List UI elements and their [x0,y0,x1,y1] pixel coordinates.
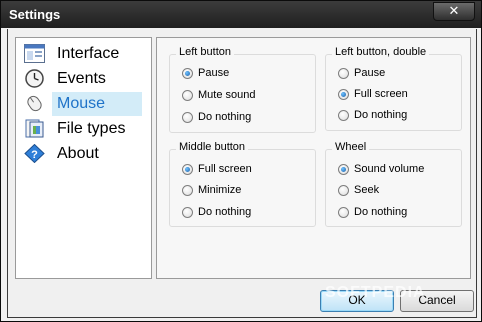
watermark: SOFTPEDIA [325,284,426,301]
group-left-button: Left button Pause Mute sound Do nothing [169,46,316,133]
settings-window: Settings ✕ Interface Events Mouse File t… [0,0,482,322]
option-label: Do nothing [198,111,252,123]
radio-indicator [338,185,349,196]
group-middle-button: Middle button Full screen Minimize Do no… [169,141,316,227]
radio-indicator [182,207,193,218]
radio-indicator [182,90,193,101]
file-types-icon [25,119,44,138]
option-label: Do nothing [198,206,252,218]
option-label: Full screen [198,163,252,175]
mouse-icon [27,95,42,112]
option-label: Mute sound [198,89,256,101]
dialog-client: Interface Events Mouse File types ? Abou… [7,29,477,318]
mouse-settings-panel: Left button Pause Mute sound Do nothing … [156,37,471,279]
sidebar-item-mouse[interactable]: Mouse [22,92,147,116]
interface-icon [24,44,45,63]
radio-indicator [338,207,349,218]
group-title: Wheel [332,141,370,153]
group-left-button-double: Left button, double Pause Full screen Do… [325,46,462,131]
option-label: Pause [198,67,230,79]
group-title: Left button [176,46,234,58]
radio-indicator [182,185,193,196]
title-bar[interactable]: Settings ✕ [1,1,481,28]
close-button[interactable]: ✕ [433,2,475,21]
option-label: Pause [354,67,386,79]
clock-icon [25,69,44,88]
about-icon: ? [24,144,45,163]
sidebar-item-label: File types [57,120,126,137]
option-label: Full screen [354,88,408,100]
radio-indicator [182,68,193,79]
option-label: Do nothing [354,206,408,218]
sidebar-item-file-types[interactable]: File types [22,117,147,141]
sidebar-item-about[interactable]: ? About [22,142,147,166]
option-label: Minimize [198,184,242,196]
group-title: Left button, double [332,46,430,58]
category-list: Interface Events Mouse File types ? Abou… [15,37,152,279]
svg-text:?: ? [31,149,38,161]
group-wheel: Wheel Sound volume Seek Do nothing [325,141,462,227]
sidebar-item-events[interactable]: Events [22,67,147,91]
radio-indicator [182,164,193,175]
close-icon: ✕ [448,3,460,18]
radio-indicator [338,110,349,121]
sidebar-item-label: Mouse [57,95,106,112]
sidebar-item-label: Events [57,70,106,87]
group-title: Middle button [176,141,249,153]
window-title: Settings [9,7,61,22]
sidebar-item-interface[interactable]: Interface [22,42,147,66]
radio-indicator [338,164,349,175]
radio-indicator [338,89,349,100]
option-label: Seek [354,184,380,196]
sidebar-item-label: About [57,145,99,162]
option-label: Do nothing [354,109,408,121]
radio-indicator [182,112,193,123]
sidebar-item-label: Interface [57,45,120,62]
option-label: Sound volume [354,163,425,175]
radio-indicator [338,68,349,79]
